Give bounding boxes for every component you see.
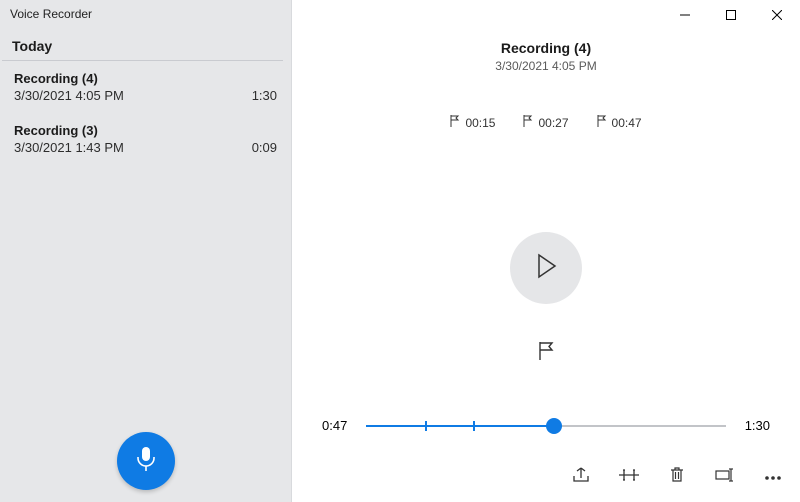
play-icon [535, 253, 557, 284]
marker-item[interactable]: 00:27 [523, 115, 568, 130]
detail-title: Recording (4) [292, 40, 800, 56]
track-marker [425, 421, 427, 431]
section-label-today: Today [0, 28, 291, 60]
flag-icon [597, 115, 607, 130]
rename-icon [715, 468, 735, 487]
track-marker [473, 421, 475, 431]
share-button[interactable] [568, 464, 594, 490]
minimize-button[interactable] [662, 0, 708, 30]
recording-title: Recording (4) [14, 71, 277, 86]
list-item[interactable]: Recording (4) 3/30/2021 4:05 PM 1:30 [0, 61, 291, 113]
trash-icon [670, 467, 684, 488]
list-item[interactable]: Recording (3) 3/30/2021 1:43 PM 0:09 [0, 113, 291, 165]
sidebar: Voice Recorder Today Recording (4) 3/30/… [0, 0, 292, 502]
recording-duration: 0:09 [252, 140, 277, 155]
recording-duration: 1:30 [252, 88, 277, 103]
recording-title: Recording (3) [14, 123, 277, 138]
timeline: 0:47 1:30 [322, 418, 770, 433]
flag-icon [523, 115, 533, 130]
detail-timestamp: 3/30/2021 4:05 PM [292, 59, 800, 73]
add-marker-button[interactable] [529, 336, 563, 370]
flag-icon [537, 341, 555, 366]
flag-icon [450, 115, 460, 130]
more-icon [764, 468, 782, 486]
timeline-track[interactable] [366, 419, 726, 433]
marker-list: 00:15 00:27 00:47 [292, 115, 800, 130]
record-button[interactable] [117, 432, 175, 490]
marker-time: 00:27 [538, 116, 568, 130]
trim-icon [619, 468, 639, 487]
delete-button[interactable] [664, 464, 690, 490]
window-title: Voice Recorder [0, 0, 291, 28]
marker-time: 00:15 [465, 116, 495, 130]
marker-item[interactable]: 00:47 [597, 115, 642, 130]
microphone-icon [135, 446, 157, 477]
window-controls [662, 0, 800, 30]
playhead-thumb[interactable] [546, 418, 562, 434]
rename-button[interactable] [712, 464, 738, 490]
detail-pane: Recording (4) 3/30/2021 4:05 PM 00:15 00… [292, 0, 800, 502]
marker-item[interactable]: 00:15 [450, 115, 495, 130]
more-button[interactable] [760, 464, 786, 490]
playhead-total: 1:30 [740, 418, 770, 433]
trim-button[interactable] [616, 464, 642, 490]
recording-timestamp: 3/30/2021 1:43 PM [14, 140, 124, 155]
playhead-current: 0:47 [322, 418, 352, 433]
recording-timestamp: 3/30/2021 4:05 PM [14, 88, 124, 103]
bottom-toolbar [568, 464, 786, 490]
share-icon [572, 467, 590, 488]
marker-time: 00:47 [612, 116, 642, 130]
track-fill [366, 425, 554, 427]
play-button[interactable] [510, 232, 582, 304]
close-button[interactable] [754, 0, 800, 30]
maximize-button[interactable] [708, 0, 754, 30]
